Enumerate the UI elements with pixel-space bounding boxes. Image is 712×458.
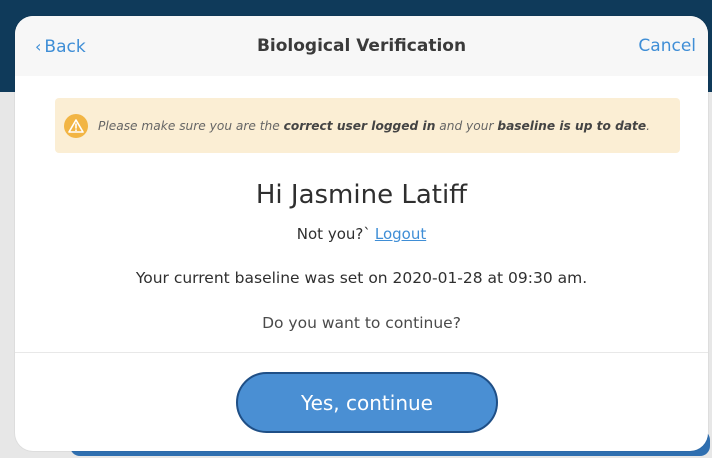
warning-suffix: . [646,118,651,133]
warning-triangle-icon [64,113,88,138]
warning-bold-baseline: baseline is up to date [497,118,647,133]
logout-link[interactable]: Logout [375,225,426,243]
warning-bold-user: correct user logged in [283,118,436,133]
modal-title: Biological Verification [256,36,467,56]
not-you-prompt: Not you?` [296,225,371,243]
warning-text: Please make sure you are the correct use… [98,119,650,133]
not-you-row: Not you?` Logout [15,225,708,243]
warning-banner: Please make sure you are the correct use… [55,98,680,153]
warning-middle: and your [435,118,498,133]
baseline-info: Your current baseline was set on 2020-01… [135,269,588,287]
continue-question: Do you want to continue? [262,314,461,332]
continue-button[interactable]: Yes, continue [236,372,498,433]
greeting-heading: Hi Jasmine Latiff [255,180,468,210]
verification-modal: ‹ Back Biological Verification Cancel Pl… [15,16,708,451]
warning-prefix: Please make sure you are the [98,118,284,133]
footer-divider [15,352,708,353]
cancel-button[interactable]: Cancel [638,36,696,56]
modal-header: ‹ Back Biological Verification Cancel [15,16,708,76]
